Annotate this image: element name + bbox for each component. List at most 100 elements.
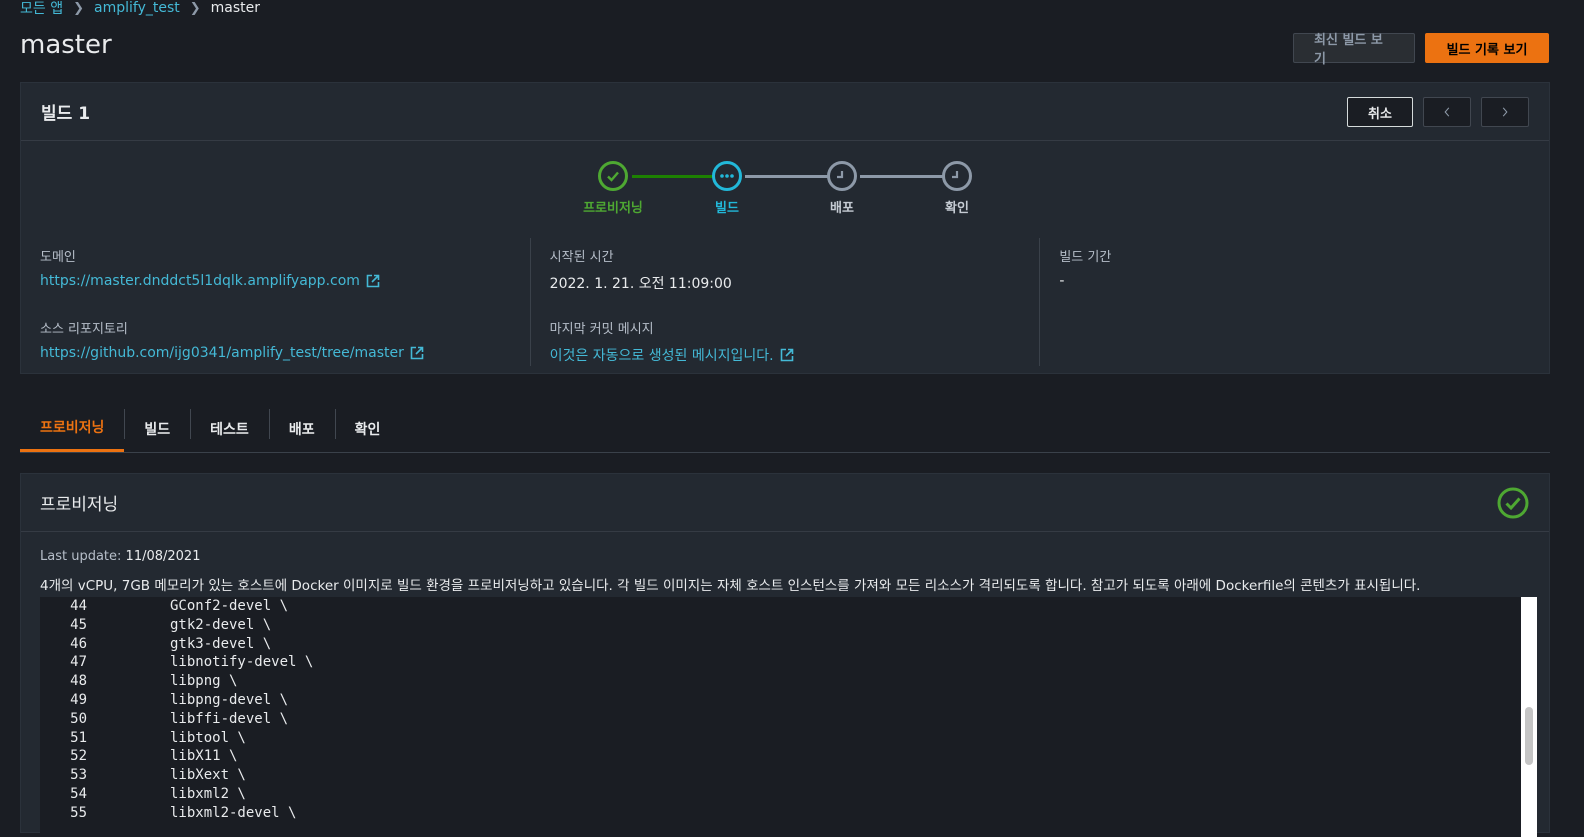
code-text: libpng-devel \	[170, 691, 289, 708]
build-duration-label: 빌드 기간	[1059, 250, 1112, 265]
breadcrumb-current: master	[210, 0, 261, 16]
clock-icon	[827, 161, 857, 191]
breadcrumb-app[interactable]: amplify_test	[94, 0, 180, 16]
source-repo-link[interactable]: https://github.com/ijg0341/amplify_test/…	[40, 345, 404, 361]
step-deploy: 배포	[797, 161, 887, 216]
line-number: 52	[70, 748, 87, 765]
line-number: 44	[70, 598, 87, 614]
domain-link[interactable]: https://master.dnddct5l1dqlk.amplifyapp.…	[40, 273, 360, 289]
line-number: 55	[70, 804, 87, 821]
tab-build[interactable]: 빌드	[124, 405, 190, 452]
clock-icon	[942, 161, 972, 191]
line-number: 45	[70, 616, 87, 633]
code-line: 52 libX11 \	[40, 747, 1537, 766]
build-progress-stepper: 프로비저닝 빌드 배포 확인	[21, 161, 1549, 221]
code-text: libtool \	[170, 729, 246, 746]
code-scrollbar[interactable]	[1521, 597, 1537, 837]
code-line: 46 gtk3-devel \	[40, 635, 1537, 654]
code-line: 48 libpng \	[40, 672, 1537, 691]
last-update-value: 11/08/2021	[125, 549, 201, 564]
code-text: libXext \	[170, 767, 246, 784]
chevron-left-icon	[1444, 107, 1450, 117]
info-column-domain: 도메인 https://master.dnddct5l1dqlk.amplify…	[21, 238, 530, 366]
check-circle-icon	[598, 161, 628, 191]
provisioning-header: 프로비저닝	[21, 474, 1549, 532]
chevron-right-icon: ❯	[189, 0, 201, 16]
tab-provisioning[interactable]: 프로비저닝	[20, 405, 125, 452]
build-title: 빌드 1	[41, 104, 91, 124]
code-line: 53 libXext \	[40, 766, 1537, 785]
last-commit-link[interactable]: 이것은 자동으로 생성된 메시지입니다.	[550, 345, 774, 365]
scrollbar-thumb[interactable]	[1525, 707, 1533, 765]
step-label: 빌드	[715, 201, 739, 216]
domain-label: 도메인	[40, 250, 76, 265]
line-number: 48	[70, 673, 87, 690]
success-check-icon	[1497, 487, 1529, 523]
code-line: 50 libffi-devel \	[40, 710, 1537, 729]
step-build: 빌드	[682, 161, 772, 216]
dockerfile-code-view[interactable]: 44 GConf2-devel \ 45 gtk2-devel \ 46 gtk3-dev…	[40, 597, 1537, 837]
code-line: 45 gtk2-devel \	[40, 616, 1537, 635]
code-text: libX11 \	[170, 748, 238, 765]
code-line: 54 libxml2 \	[40, 785, 1537, 804]
phase-tabs: 프로비저닝 빌드 테스트 배포 확인	[20, 405, 1550, 453]
line-number: 54	[70, 785, 87, 802]
chevron-right-icon	[1502, 107, 1508, 117]
in-progress-icon	[712, 161, 742, 191]
provisioning-title: 프로비저닝	[40, 495, 119, 515]
breadcrumb: 모든 앱 ❯ amplify_test ❯ master	[20, 0, 261, 18]
external-link-icon[interactable]	[366, 274, 380, 288]
build-panel-header: 빌드 1 취소	[21, 83, 1549, 141]
tab-deploy[interactable]: 배포	[268, 405, 335, 452]
code-text: libnotify-devel \	[170, 654, 314, 671]
build-duration-value: -	[1059, 273, 1065, 289]
build-info-grid: 도메인 https://master.dnddct5l1dqlk.amplify…	[21, 238, 1549, 366]
external-link-icon[interactable]	[410, 346, 424, 360]
code-text: libxml2-devel \	[170, 804, 297, 821]
provisioning-panel: 프로비저닝 Last update: 11/08/2021 4개의 vCPU, …	[20, 473, 1550, 837]
step-verify: 확인	[912, 161, 1002, 216]
latest-build-button[interactable]: 최신 빌드 보기	[1293, 33, 1415, 67]
build-panel: 빌드 1 취소 프로비저닝 빌드 배포 확인 도메인 https://maste…	[20, 82, 1550, 374]
line-number: 49	[70, 691, 87, 708]
code-text: libxml2 \	[170, 785, 246, 802]
started-time-value: 2022. 1. 21. 오전 11:09:00	[549, 276, 732, 292]
code-line: 55 libxml2-devel \	[40, 804, 1537, 823]
step-label: 확인	[945, 201, 969, 216]
code-text: gtk2-devel \	[170, 616, 272, 633]
step-provisioning: 프로비저닝	[568, 161, 658, 216]
cancel-button[interactable]: 취소	[1347, 97, 1413, 127]
line-number: 46	[70, 635, 87, 652]
line-number: 53	[70, 767, 87, 784]
page-title: master	[20, 30, 112, 60]
page-actions: 최신 빌드 보기 빌드 기록 보기	[1293, 33, 1549, 67]
last-commit-label: 마지막 커밋 메시지	[549, 322, 654, 337]
external-link-icon[interactable]	[780, 348, 794, 362]
build-header-actions: 취소	[1347, 97, 1529, 127]
info-column-time: 시작된 시간 2022. 1. 21. 오전 11:09:00 마지막 커밋 메…	[529, 238, 1040, 366]
code-text: gtk3-devel \	[170, 635, 272, 652]
step-label: 배포	[830, 201, 854, 216]
info-column-duration: 빌드 기간 -	[1039, 238, 1549, 366]
previous-build-button[interactable]	[1423, 97, 1471, 127]
line-number: 51	[70, 729, 87, 746]
code-text: libpng \	[170, 673, 238, 690]
build-history-button[interactable]: 빌드 기록 보기	[1425, 33, 1549, 63]
tab-verify[interactable]: 확인	[334, 405, 401, 452]
code-line: 47 libnotify-devel \	[40, 653, 1537, 672]
line-number: 47	[70, 654, 87, 671]
code-text: libffi-devel \	[170, 710, 289, 727]
code-line: 51 libtool \	[40, 729, 1537, 748]
started-time-label: 시작된 시간	[549, 250, 614, 265]
code-line: 44 GConf2-devel \	[40, 597, 1537, 616]
line-number: 50	[70, 710, 87, 727]
breadcrumb-all-apps[interactable]: 모든 앱	[20, 0, 63, 18]
next-build-button[interactable]	[1481, 97, 1529, 127]
provisioning-description: 4개의 vCPU, 7GB 메모리가 있는 호스트에 Docker 이미지로 빌…	[40, 578, 1421, 594]
code-lines: 44 GConf2-devel \ 45 gtk2-devel \ 46 gtk3-dev…	[40, 597, 1537, 823]
tab-test[interactable]: 테스트	[190, 405, 269, 452]
code-text: GConf2-devel \	[170, 598, 289, 614]
last-update-label: Last update:	[40, 549, 122, 564]
last-update: Last update: 11/08/2021	[40, 549, 200, 564]
chevron-right-icon: ❯	[73, 0, 84, 16]
